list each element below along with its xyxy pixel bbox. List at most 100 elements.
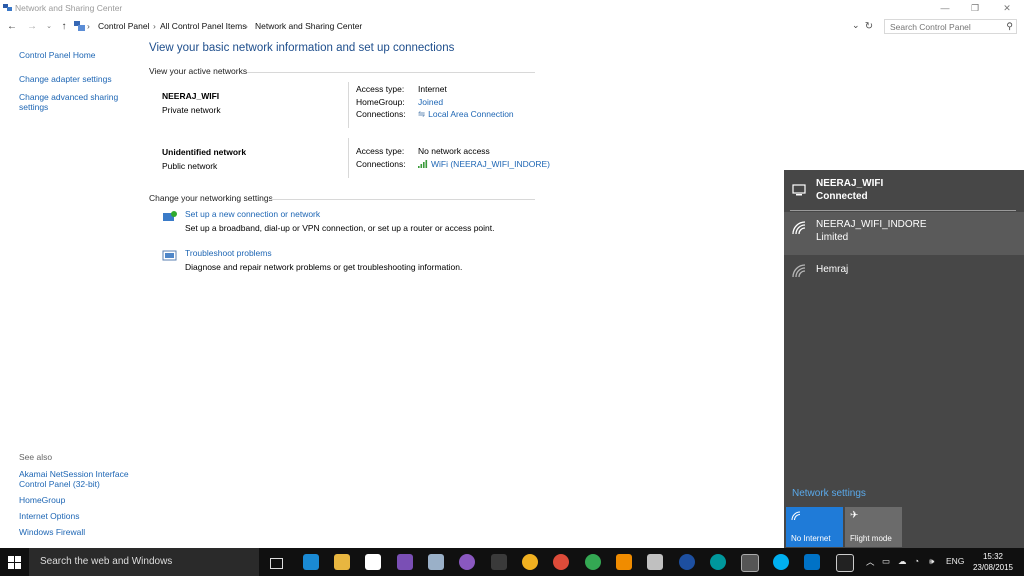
airplane-icon: ✈ xyxy=(850,510,859,521)
breadcrumb-network-center[interactable]: Network and Sharing Center xyxy=(255,21,362,31)
photos-icon[interactable] xyxy=(428,554,444,570)
breadcrumb-all-items[interactable]: All Control Panel Items xyxy=(160,21,246,31)
divider xyxy=(247,72,535,73)
network-properties: Access type: Internet HomeGroup: Joined Co… xyxy=(356,84,514,122)
task-view-icon[interactable] xyxy=(270,558,283,569)
chrome-icon[interactable] xyxy=(553,554,569,570)
troubleshoot-icon xyxy=(162,250,177,261)
access-type-value: Internet xyxy=(418,84,447,94)
recent-dropdown-icon[interactable]: ⌄ xyxy=(42,20,56,34)
set-up-connection-link[interactable]: Set up a new connection or network xyxy=(185,209,320,219)
internet-options-link[interactable]: Internet Options xyxy=(19,511,139,521)
picasa-icon[interactable] xyxy=(459,554,475,570)
network-name: Unidentified network xyxy=(162,147,247,157)
connection-name: Hemraj xyxy=(816,264,849,275)
arduino-icon[interactable] xyxy=(710,554,726,570)
wifi-connection-link[interactable]: WiFi (NEERAJ_WIFI_INDORE) xyxy=(431,159,550,169)
flight-mode-tile[interactable]: ✈ Flight mode xyxy=(845,507,902,547)
connections-label: Connections: xyxy=(356,109,406,119)
language-indicator[interactable]: ENG xyxy=(946,556,964,566)
access-type-label: Access type: xyxy=(356,146,405,156)
volume-icon[interactable]: 🕪 xyxy=(929,556,934,567)
minimize-button[interactable]: — xyxy=(932,2,958,14)
battery-icon[interactable]: ▭ xyxy=(882,556,890,567)
title-bar: Network and Sharing Center — ❐ ✕ xyxy=(0,0,1024,16)
skype-icon[interactable] xyxy=(773,554,789,570)
snipping-tool-icon[interactable] xyxy=(741,554,759,572)
page-title: View your basic network information and … xyxy=(149,42,455,54)
windows-start-icon[interactable] xyxy=(8,556,21,569)
change-settings-label: Change your networking settings xyxy=(149,193,273,203)
taskbar-search-box[interactable]: Search the web and Windows xyxy=(29,548,259,576)
task-description: Set up a broadband, dial-up or VPN conne… xyxy=(185,223,495,233)
breadcrumb-separator: › xyxy=(87,21,90,31)
store-icon[interactable] xyxy=(365,554,381,570)
taskbar: Search the web and Windows ︿ ▭ ☁ ◔ 🕪 ENG… xyxy=(0,548,1024,576)
file-explorer-icon[interactable] xyxy=(334,554,350,570)
search-box: ⚲ xyxy=(884,19,1017,34)
tile-label: Flight mode xyxy=(850,534,892,543)
connection-status: Connected xyxy=(816,191,868,202)
forward-arrow-icon[interactable]: → xyxy=(25,20,39,34)
wifi-signal-icon xyxy=(418,159,428,168)
edge-icon[interactable] xyxy=(303,554,319,570)
troubleshoot-problems-link[interactable]: Troubleshoot problems xyxy=(185,248,272,258)
calculator-icon[interactable] xyxy=(647,554,663,570)
maps-icon[interactable] xyxy=(585,554,601,570)
refresh-icon[interactable]: ↻ xyxy=(862,20,876,34)
wifi-icon xyxy=(791,511,801,521)
viber-icon[interactable] xyxy=(397,554,413,570)
active-networks-label: View your active networks xyxy=(149,66,248,76)
ethernet-monitor-icon xyxy=(792,184,806,196)
window-title: Network and Sharing Center xyxy=(15,3,123,13)
connection-hemraj[interactable]: Hemraj xyxy=(784,256,1024,286)
divider xyxy=(271,199,535,200)
change-adapter-settings-link[interactable]: Change adapter settings xyxy=(19,74,129,84)
chrome-canary-icon[interactable] xyxy=(522,554,538,570)
search-icon[interactable]: ⚲ xyxy=(1006,21,1013,32)
network-tray-icon[interactable]: ◔ xyxy=(914,556,919,566)
breadcrumb-control-panel[interactable]: Control Panel xyxy=(98,21,150,31)
breadcrumb: › Control Panel › All Control Panel Item… xyxy=(74,20,864,34)
wifi-icon xyxy=(792,264,806,278)
wifi-icon xyxy=(792,221,806,235)
network-type: Public network xyxy=(162,161,218,171)
chevron-up-icon[interactable]: ︿ xyxy=(866,556,875,568)
control-panel-home-link[interactable]: Control Panel Home xyxy=(19,50,129,60)
divider xyxy=(348,138,349,178)
network-neeraj-wifi: NEERAJ_WIFI Private network xyxy=(162,91,221,115)
app-icon[interactable] xyxy=(491,554,507,570)
connection-neeraj-wifi-indore[interactable]: NEERAJ_WIFI_INDORE Limited xyxy=(784,212,1024,255)
see-also-header: See also xyxy=(19,452,53,462)
up-arrow-icon[interactable]: ↑ xyxy=(57,20,71,34)
outlook-icon[interactable] xyxy=(804,554,820,570)
chevron-down-icon[interactable]: ⌄ xyxy=(852,20,860,31)
network-name: NEERAJ_WIFI xyxy=(162,91,220,101)
connection-name: NEERAJ_WIFI xyxy=(816,178,884,189)
cloud-icon[interactable]: ☁ xyxy=(898,556,907,567)
network-type: Private network xyxy=(162,105,221,115)
homegroup-link[interactable]: HomeGroup xyxy=(19,495,139,505)
search-input[interactable] xyxy=(888,21,1002,33)
homegroup-joined-link[interactable]: Joined xyxy=(418,97,443,107)
terminal-icon[interactable] xyxy=(836,554,854,572)
task-description: Diagnose and repair network problems or … xyxy=(185,262,463,272)
akamai-link[interactable]: Akamai NetSession Interface Control Pane… xyxy=(19,469,139,489)
divider xyxy=(348,82,349,128)
back-arrow-icon[interactable]: ← xyxy=(5,20,19,34)
control-panel-icon xyxy=(74,21,85,31)
vlc-icon[interactable] xyxy=(616,554,632,570)
network-center-icon xyxy=(3,4,12,11)
no-internet-tile[interactable]: No Internet xyxy=(786,507,843,547)
network-settings-link[interactable]: Network settings xyxy=(792,488,866,499)
close-button[interactable]: ✕ xyxy=(994,2,1020,14)
connection-neeraj-wifi[interactable]: NEERAJ_WIFI Connected xyxy=(784,170,1024,210)
change-advanced-sharing-link[interactable]: Change advanced sharing settings xyxy=(19,92,119,112)
local-area-connection-link[interactable]: Local Area Connection xyxy=(428,109,514,119)
clock[interactable]: 15:32 23/08/2015 xyxy=(968,551,1018,573)
windows-firewall-link[interactable]: Windows Firewall xyxy=(19,527,139,537)
browser-icon[interactable] xyxy=(679,554,695,570)
restore-button[interactable]: ❐ xyxy=(962,2,988,14)
ethernet-icon: ⇋ xyxy=(418,109,426,119)
access-type-label: Access type: xyxy=(356,84,405,94)
